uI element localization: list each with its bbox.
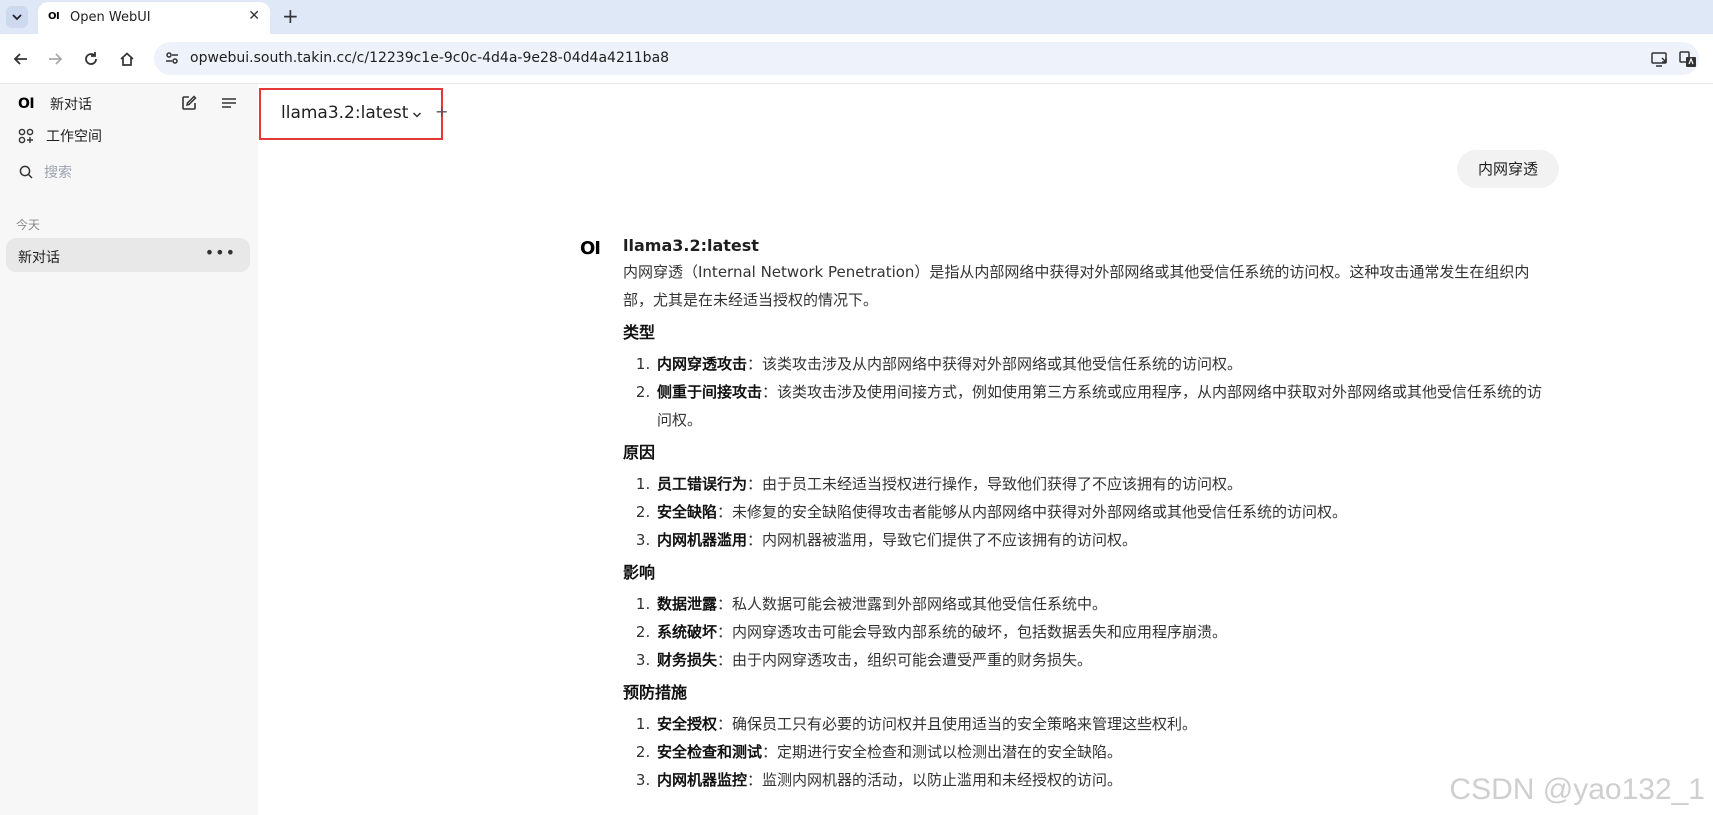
list-desc: ：监测内网机器的活动，以防止滥用和未经授权的访问。 [747, 771, 1123, 789]
list-item: 财务损失：由于内网穿透攻击，组织可能会遭受严重的财务损失。 [655, 646, 1553, 674]
reload-icon [85, 52, 97, 65]
list-item: 侧重于间接攻击：该类攻击涉及使用间接方式，例如使用第三方系统或应用程序，从内部网… [655, 378, 1553, 434]
list-desc: ：定期进行安全检查和测试以检测出潜在的安全缺陷。 [762, 743, 1123, 761]
list-term: 内网机器滥用 [657, 531, 748, 549]
user-message: 内网穿透 [1457, 150, 1559, 188]
home-icon [120, 52, 134, 66]
section-heading: 影响 [623, 563, 656, 582]
forward-button[interactable] [44, 48, 66, 70]
new-tab-button[interactable]: + [282, 4, 299, 28]
assistant-name: llama3.2:latest [623, 236, 759, 255]
chat-list-item[interactable]: 新对话 ••• [6, 238, 250, 272]
answer-intro: 内网穿透（Internal Network Penetration）是指从内部网… [623, 263, 1530, 309]
workspace-item[interactable]: 工作空间 [18, 126, 102, 146]
list-desc: ：确保员工只有必要的访问权并且使用适当的安全策略来管理这些权利。 [717, 715, 1198, 733]
list-desc: ：内网机器被滥用，导致它们提供了不应该拥有的访问权。 [747, 531, 1138, 549]
list-term: 安全检查和测试 [657, 743, 763, 761]
section-heading: 预防措施 [623, 683, 688, 702]
list-desc: ：由于员工未经适当授权进行操作，导致他们获得了不应该拥有的访问权。 [747, 475, 1243, 493]
list-desc: ：未修复的安全缺陷使得攻击者能够从内部网络中获得对外部网络或其他受信任系统的访问… [717, 503, 1348, 521]
app-logo: OI [18, 96, 35, 112]
back-button[interactable] [10, 48, 32, 70]
site-settings-icon[interactable] [164, 50, 180, 70]
tab-list-button[interactable] [6, 6, 28, 28]
list-term: 侧重于间接攻击 [657, 383, 763, 401]
list-item: 安全检查和测试：定期进行安全检查和测试以检测出潜在的安全缺陷。 [655, 738, 1553, 766]
new-chat-row[interactable]: OI 新对话 [18, 94, 240, 114]
chevron-down-icon[interactable] [411, 106, 423, 125]
chevron-down-icon [12, 14, 22, 21]
list-item: 数据泄露：私人数据可能会被泄露到外部网络或其他受信任系统中。 [655, 590, 1553, 618]
forward-arrow-icon [49, 53, 63, 65]
list-desc: ：由于内网穿透攻击，组织可能会遭受严重的财务损失。 [717, 651, 1093, 669]
new-chat-icon[interactable] [180, 94, 198, 116]
search-input[interactable]: 搜索 [44, 162, 72, 182]
chat-main: llama3.2:latest + 内网穿透 OI llama3.2:lates… [258, 84, 1713, 815]
model-name: llama3.2:latest [281, 103, 409, 123]
search-field[interactable]: 搜索 [18, 162, 72, 182]
translate-icon[interactable] [1678, 49, 1698, 69]
list-item: 员工错误行为：由于员工未经适当授权进行操作，导致他们获得了不应该拥有的访问权。 [655, 470, 1553, 498]
assistant-message: 内网穿透（Internal Network Penetration）是指从内部网… [623, 258, 1553, 800]
tab-close-icon[interactable]: ✕ [248, 8, 260, 24]
assistant-avatar: OI [580, 238, 601, 259]
new-chat-label[interactable]: 新对话 [50, 94, 92, 114]
list-term: 系统破坏 [657, 623, 718, 641]
list-term: 安全缺陷 [657, 503, 718, 521]
install-app-icon[interactable] [1650, 49, 1670, 69]
add-model-button[interactable]: + [435, 102, 448, 121]
tab-favicon: OI [48, 11, 60, 22]
list-desc: ：私人数据可能会被泄露到外部网络或其他受信任系统中。 [717, 595, 1108, 613]
section-list: 员工错误行为：由于员工未经适当授权进行操作，导致他们获得了不应该拥有的访问权。 … [623, 470, 1553, 554]
list-desc: ：该类攻击涉及从内部网络中获得对外部网络或其他受信任系统的访问权。 [747, 355, 1243, 373]
more-options-icon[interactable]: ••• [205, 243, 236, 262]
url-text[interactable]: opwebui.south.takin.cc/c/12239c1e-9c0c-4… [190, 50, 669, 66]
browser-tab-bar: OI Open WebUI ✕ + [0, 0, 1713, 34]
section-list: 内网穿透攻击：该类攻击涉及从内部网络中获得对外部网络或其他受信任系统的访问权。 … [623, 350, 1553, 434]
search-icon [19, 165, 33, 179]
list-term: 内网机器监控 [657, 771, 748, 789]
list-term: 员工错误行为 [657, 475, 748, 493]
list-item: 内网机器滥用：内网机器被滥用，导致它们提供了不应该拥有的访问权。 [655, 526, 1553, 554]
section-today: 今天 [16, 218, 41, 232]
section-list: 安全授权：确保员工只有必要的访问权并且使用适当的安全策略来管理这些权利。 安全检… [623, 710, 1553, 794]
list-term: 内网穿透攻击 [657, 355, 748, 373]
list-desc: ：内网穿透攻击可能会导致内部系统的破坏，包括数据丢失和应用程序崩溃。 [717, 623, 1228, 641]
model-selector[interactable]: llama3.2:latest + [259, 88, 448, 140]
list-item: 安全缺陷：未修复的安全缺陷使得攻击者能够从内部网络中获得对外部网络或其他受信任系… [655, 498, 1553, 526]
browser-toolbar: opwebui.south.takin.cc/c/12239c1e-9c0c-4… [0, 34, 1713, 84]
list-term: 财务损失 [657, 651, 718, 669]
address-bar[interactable]: opwebui.south.takin.cc/c/12239c1e-9c0c-4… [154, 42, 1699, 75]
reload-button[interactable] [80, 48, 102, 70]
list-item: 系统破坏：内网穿透攻击可能会导致内部系统的破坏，包括数据丢失和应用程序崩溃。 [655, 618, 1553, 646]
section-heading: 原因 [623, 443, 656, 462]
workspace-icon [18, 128, 34, 144]
tab-title: Open WebUI [70, 10, 151, 25]
browser-tab[interactable]: OI Open WebUI ✕ [38, 2, 270, 34]
back-arrow-icon [13, 53, 27, 65]
watermark: CSDN @yao132_1 [1449, 773, 1705, 806]
chat-title: 新对话 [18, 250, 60, 266]
home-button[interactable] [116, 48, 138, 70]
list-item: 内网机器监控：监测内网机器的活动，以防止滥用和未经授权的访问。 [655, 766, 1553, 794]
list-item: 安全授权：确保员工只有必要的访问权并且使用适当的安全策略来管理这些权利。 [655, 710, 1553, 738]
list-term: 安全授权 [657, 715, 718, 733]
workspace-label: 工作空间 [46, 129, 102, 145]
list-item: 内网穿透攻击：该类攻击涉及从内部网络中获得对外部网络或其他受信任系统的访问权。 [655, 350, 1553, 378]
sidebar: OI 新对话 工作空间 搜索 今天 新对话 ••• [0, 84, 258, 815]
list-term: 数据泄露 [657, 595, 718, 613]
section-heading: 类型 [623, 323, 656, 342]
section-list: 数据泄露：私人数据可能会被泄露到外部网络或其他受信任系统中。 系统破坏：内网穿透… [623, 590, 1553, 674]
list-desc: ：该类攻击涉及使用间接方式，例如使用第三方系统或应用程序，从内部网络中获取对外部… [657, 383, 1543, 429]
sidebar-toggle-icon[interactable] [220, 94, 238, 116]
